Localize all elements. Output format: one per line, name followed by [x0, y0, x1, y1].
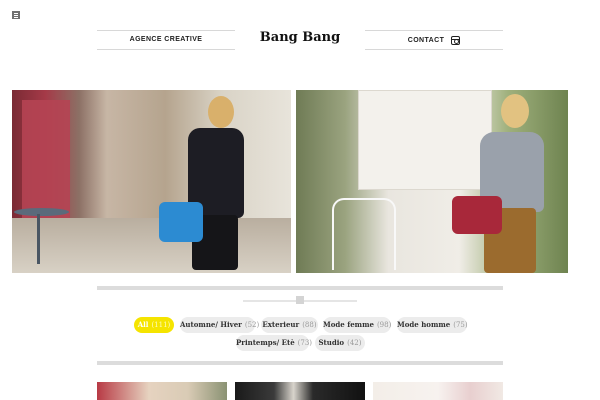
filter-count: (111) — [151, 321, 171, 329]
filter-studio[interactable]: Studio (42) — [315, 335, 365, 351]
filter-label: Studio — [318, 338, 345, 347]
wall-panel — [358, 90, 492, 190]
hero-image-right[interactable] — [296, 90, 568, 273]
menu-icon[interactable] — [12, 11, 20, 19]
header-rule — [97, 30, 235, 31]
header-rule — [365, 49, 503, 50]
cafe-table — [14, 208, 69, 216]
carousel-slider-handle[interactable] — [296, 296, 304, 304]
filter-mode-homme[interactable]: Mode homme (75) — [397, 317, 468, 333]
filter-label: Mode homme — [397, 320, 451, 329]
filter-mode-femme[interactable]: Mode femme (98) — [323, 317, 391, 333]
section-divider — [97, 286, 503, 290]
red-bag — [452, 196, 502, 234]
header-rule — [365, 30, 503, 31]
section-divider — [97, 361, 503, 365]
filter-all[interactable]: All (111) — [134, 317, 174, 333]
filter-count: (75) — [453, 321, 468, 329]
filter-count: (73) — [297, 339, 313, 347]
gallery-thumbnail[interactable] — [97, 382, 227, 400]
filter-label: All — [137, 320, 149, 329]
filter-count: (88) — [302, 321, 317, 329]
filter-count: (98) — [376, 321, 392, 329]
garden-chair — [332, 198, 396, 270]
gallery-thumbnail[interactable] — [235, 382, 365, 400]
hero-image-left[interactable] — [12, 90, 291, 273]
blue-bag — [159, 202, 203, 242]
street-ground — [12, 218, 291, 273]
filter-automne-hiver[interactable]: Automne/ Hiver (52) — [180, 317, 259, 333]
header-rule — [97, 49, 235, 50]
filter-count: (42) — [347, 339, 362, 347]
filter-count: (52) — [244, 321, 260, 329]
gallery-thumbnail[interactable] — [373, 382, 503, 400]
model-head — [208, 96, 234, 128]
filter-printemps-ete[interactable]: Printemps/ Etè (73) — [236, 335, 313, 351]
cafe-table-leg — [37, 214, 40, 264]
nav-agence-creative[interactable]: AGENCE CREATIVE — [97, 36, 235, 43]
filter-label: Printemps/ Etè — [236, 338, 295, 347]
brand-logo[interactable]: Bang Bang — [236, 30, 364, 45]
filter-label: Exterieur — [262, 320, 300, 329]
filter-label: Mode femme — [323, 320, 374, 329]
instagram-icon[interactable] — [451, 36, 460, 45]
model-head — [501, 94, 529, 128]
filter-exterieur[interactable]: Exterieur (88) — [261, 317, 318, 333]
filter-label: Automne/ Hiver — [180, 320, 242, 329]
